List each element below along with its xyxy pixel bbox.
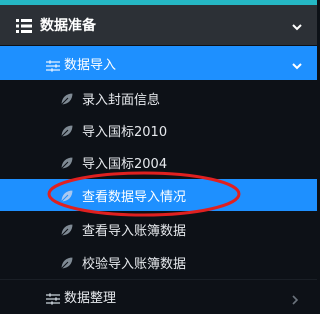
menu-group-title: 数据准备	[40, 18, 96, 34]
leaf-icon	[60, 255, 74, 274]
menu-item-import-gb2010[interactable]: 导入国标2010	[0, 114, 317, 146]
sliders-icon	[46, 57, 60, 76]
chevron-right-icon[interactable]	[291, 291, 299, 310]
menu-item-import-gb2004[interactable]: 导入国标2004	[0, 146, 317, 178]
menu-item-label: 录入封面信息	[82, 92, 161, 108]
menu-item-enter-cover-info[interactable]: 录入封面信息	[0, 82, 317, 114]
leaf-icon	[60, 188, 74, 207]
list-icon	[16, 18, 32, 37]
submenu-data-import[interactable]: 数据导入	[0, 46, 317, 80]
menu-group-data-preparation[interactable]: 数据准备	[0, 5, 317, 45]
menu-item-view-imported-ledger[interactable]: 查看导入账簿数据	[0, 213, 317, 245]
chevron-down-icon[interactable]	[291, 18, 303, 37]
menu-item-verify-imported-ledger[interactable]: 校验导入账簿数据	[0, 246, 317, 278]
chevron-down-icon[interactable]	[291, 57, 303, 76]
leaf-icon	[60, 155, 74, 174]
leaf-icon	[60, 222, 74, 241]
menu-item-view-import-status[interactable]: 查看数据导入情况	[0, 179, 317, 211]
menu-item-label: 导入国标2004	[82, 156, 168, 172]
submenu-data-organize[interactable]: 数据整理	[0, 280, 317, 312]
menu-item-label: 查看数据导入情况	[82, 189, 187, 205]
leaf-icon	[60, 123, 74, 142]
menu-item-label: 校验导入账簿数据	[82, 256, 187, 272]
menu-item-label: 查看导入账簿数据	[82, 223, 187, 239]
leaf-icon	[60, 91, 74, 110]
menu-item-label: 导入国标2010	[82, 124, 168, 140]
sliders-icon	[46, 290, 60, 309]
submenu-title: 数据整理	[64, 290, 117, 306]
submenu-title: 数据导入	[64, 57, 117, 73]
